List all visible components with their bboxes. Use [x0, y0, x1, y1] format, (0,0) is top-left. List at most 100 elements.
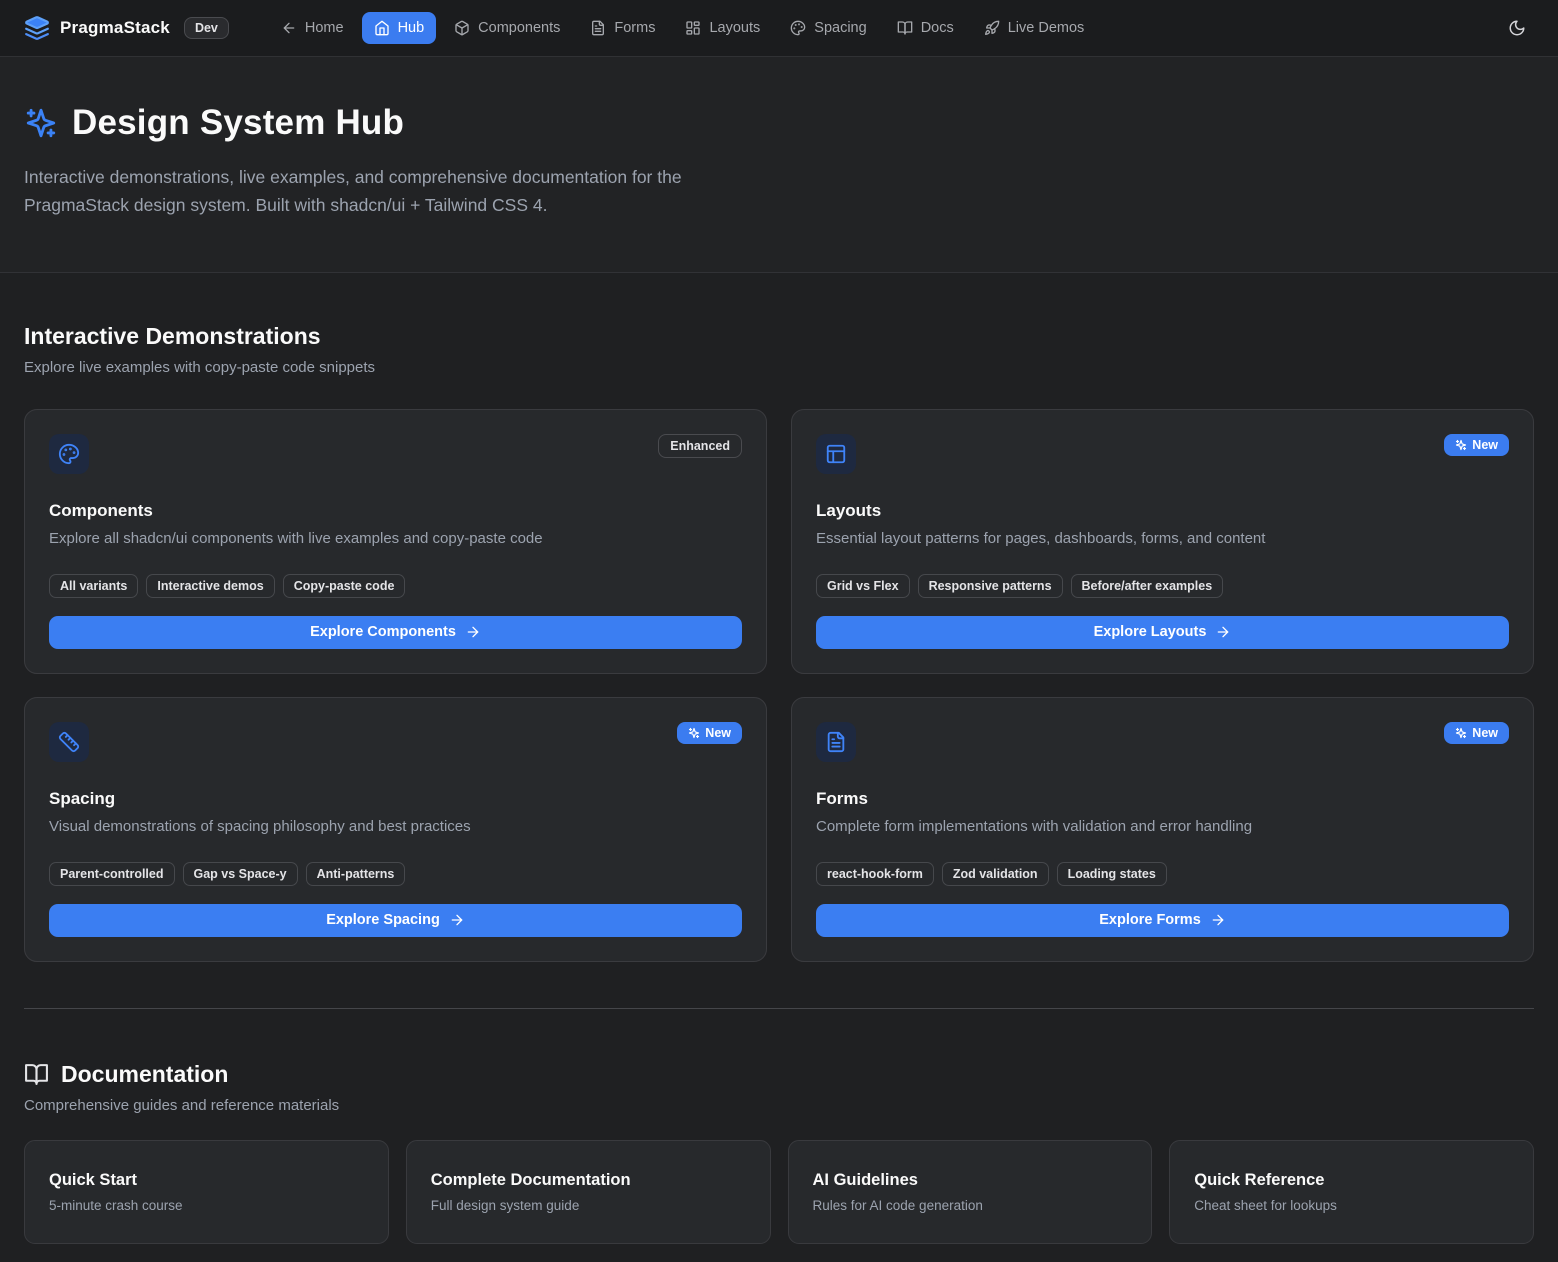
rocket-icon [984, 20, 1000, 36]
docs-section-header: Documentation Comprehensive guides and r… [24, 1061, 1534, 1114]
tag: react-hook-form [816, 862, 934, 886]
card-description: Visual demonstrations of spacing philoso… [49, 818, 742, 835]
doc-card-description: Full design system guide [431, 1198, 746, 1213]
book-open-icon [897, 20, 913, 36]
nav-label: Home [305, 20, 344, 36]
badge-label: New [705, 726, 731, 740]
brand-name: PragmaStack [60, 18, 170, 38]
enhanced-badge: Enhanced [658, 434, 742, 458]
button-label: Explore Components [310, 624, 456, 640]
doc-card-title: Complete Documentation [431, 1171, 746, 1190]
demo-card-components: Enhanced Components Explore all shadcn/u… [24, 409, 767, 674]
nav-item-docs[interactable]: Docs [885, 12, 966, 44]
doc-card-complete-documentation[interactable]: Complete Documentation Full design syste… [406, 1140, 771, 1244]
explore-components-button[interactable]: Explore Components [49, 616, 742, 649]
explore-spacing-button[interactable]: Explore Spacing [49, 904, 742, 937]
card-title: Components [49, 501, 742, 521]
button-label: Explore Forms [1099, 912, 1201, 928]
nav-item-forms[interactable]: Forms [578, 12, 667, 44]
panels-top-icon [816, 434, 856, 474]
layout-grid-icon [685, 20, 701, 36]
nav-item-live-demos[interactable]: Live Demos [972, 12, 1097, 44]
demos-section-header: Interactive Demonstrations Explore live … [24, 323, 1534, 376]
section-divider [24, 1008, 1534, 1009]
tag-row: Grid vs Flex Responsive patterns Before/… [816, 574, 1509, 598]
page-description: Interactive demonstrations, live example… [24, 163, 769, 220]
doc-card-description: 5-minute crash course [49, 1198, 364, 1213]
doc-card-quick-start[interactable]: Quick Start 5-minute crash course [24, 1140, 389, 1244]
ruler-icon [49, 722, 89, 762]
tag: Zod validation [942, 862, 1049, 886]
new-badge: New [1444, 434, 1509, 456]
book-open-icon [24, 1062, 49, 1087]
demos-subheading: Explore live examples with copy-paste co… [24, 359, 1534, 376]
demo-card-layouts: New Layouts Essential layout patterns fo… [791, 409, 1534, 674]
nav-item-components[interactable]: Components [442, 12, 572, 44]
card-title: Forms [816, 789, 1509, 809]
file-text-icon [590, 20, 606, 36]
tag-row: All variants Interactive demos Copy-past… [49, 574, 742, 598]
explore-layouts-button[interactable]: Explore Layouts [816, 616, 1509, 649]
doc-card-ai-guidelines[interactable]: AI Guidelines Rules for AI code generati… [788, 1140, 1153, 1244]
hero-section: Design System Hub Interactive demonstrat… [0, 57, 1558, 273]
sparkles-icon [688, 727, 700, 739]
card-description: Essential layout patterns for pages, das… [816, 530, 1509, 547]
file-text-icon [816, 722, 856, 762]
tag: Loading states [1057, 862, 1167, 886]
new-badge: New [677, 722, 742, 744]
doc-card-title: Quick Start [49, 1171, 364, 1190]
doc-card-title: Quick Reference [1194, 1171, 1509, 1190]
sparkles-icon [1455, 727, 1467, 739]
arrow-left-icon [281, 20, 297, 36]
nav-label: Live Demos [1008, 20, 1085, 36]
doc-card-title: AI Guidelines [813, 1171, 1128, 1190]
palette-icon [49, 434, 89, 474]
tag: Anti-patterns [306, 862, 406, 886]
demo-card-grid: Enhanced Components Explore all shadcn/u… [24, 409, 1534, 962]
page-title: Design System Hub [72, 103, 404, 143]
docs-subheading: Comprehensive guides and reference mater… [24, 1097, 1534, 1114]
dev-badge: Dev [184, 17, 229, 39]
tag: Gap vs Space-y [183, 862, 298, 886]
tag: Parent-controlled [49, 862, 175, 886]
nav-label: Forms [614, 20, 655, 36]
tag: All variants [49, 574, 138, 598]
tag: Copy-paste code [283, 574, 406, 598]
button-label: Explore Spacing [326, 912, 440, 928]
new-badge: New [1444, 722, 1509, 744]
layers-logo-icon [24, 15, 50, 41]
explore-forms-button[interactable]: Explore Forms [816, 904, 1509, 937]
arrow-right-icon [449, 912, 465, 928]
nav-label: Docs [921, 20, 954, 36]
tag: Before/after examples [1071, 574, 1224, 598]
doc-card-quick-reference[interactable]: Quick Reference Cheat sheet for lookups [1169, 1140, 1534, 1244]
arrow-right-icon [1210, 912, 1226, 928]
nav-item-spacing[interactable]: Spacing [778, 12, 878, 44]
page: PragmaStack Dev Home Hub Components Form… [0, 0, 1558, 1262]
nav-item-layouts[interactable]: Layouts [673, 12, 772, 44]
nav-item-hub[interactable]: Hub [362, 12, 437, 44]
tag-row: Parent-controlled Gap vs Space-y Anti-pa… [49, 862, 742, 886]
docs-heading: Documentation [24, 1061, 1534, 1088]
docs-heading-label: Documentation [61, 1061, 228, 1088]
brand[interactable]: PragmaStack Dev [24, 15, 229, 41]
card-title: Spacing [49, 789, 742, 809]
doc-card-description: Rules for AI code generation [813, 1198, 1128, 1213]
main-content: Interactive Demonstrations Explore live … [0, 323, 1558, 1244]
sparkles-icon [1455, 439, 1467, 451]
tag: Grid vs Flex [816, 574, 910, 598]
card-title: Layouts [816, 501, 1509, 521]
card-description: Explore all shadcn/ui components with li… [49, 530, 742, 547]
theme-toggle-button[interactable] [1500, 11, 1534, 45]
home-icon [374, 20, 390, 36]
sparkles-icon [24, 106, 58, 140]
main-nav: Home Hub Components Forms Layouts Spacin… [269, 12, 1096, 44]
arrow-right-icon [1215, 624, 1231, 640]
card-description: Complete form implementations with valid… [816, 818, 1509, 835]
demo-card-forms: New Forms Complete form implementations … [791, 697, 1534, 962]
nav-item-home[interactable]: Home [269, 12, 356, 44]
nav-label: Hub [398, 20, 425, 36]
badge-label: New [1472, 726, 1498, 740]
tag: Interactive demos [146, 574, 274, 598]
nav-label: Layouts [709, 20, 760, 36]
